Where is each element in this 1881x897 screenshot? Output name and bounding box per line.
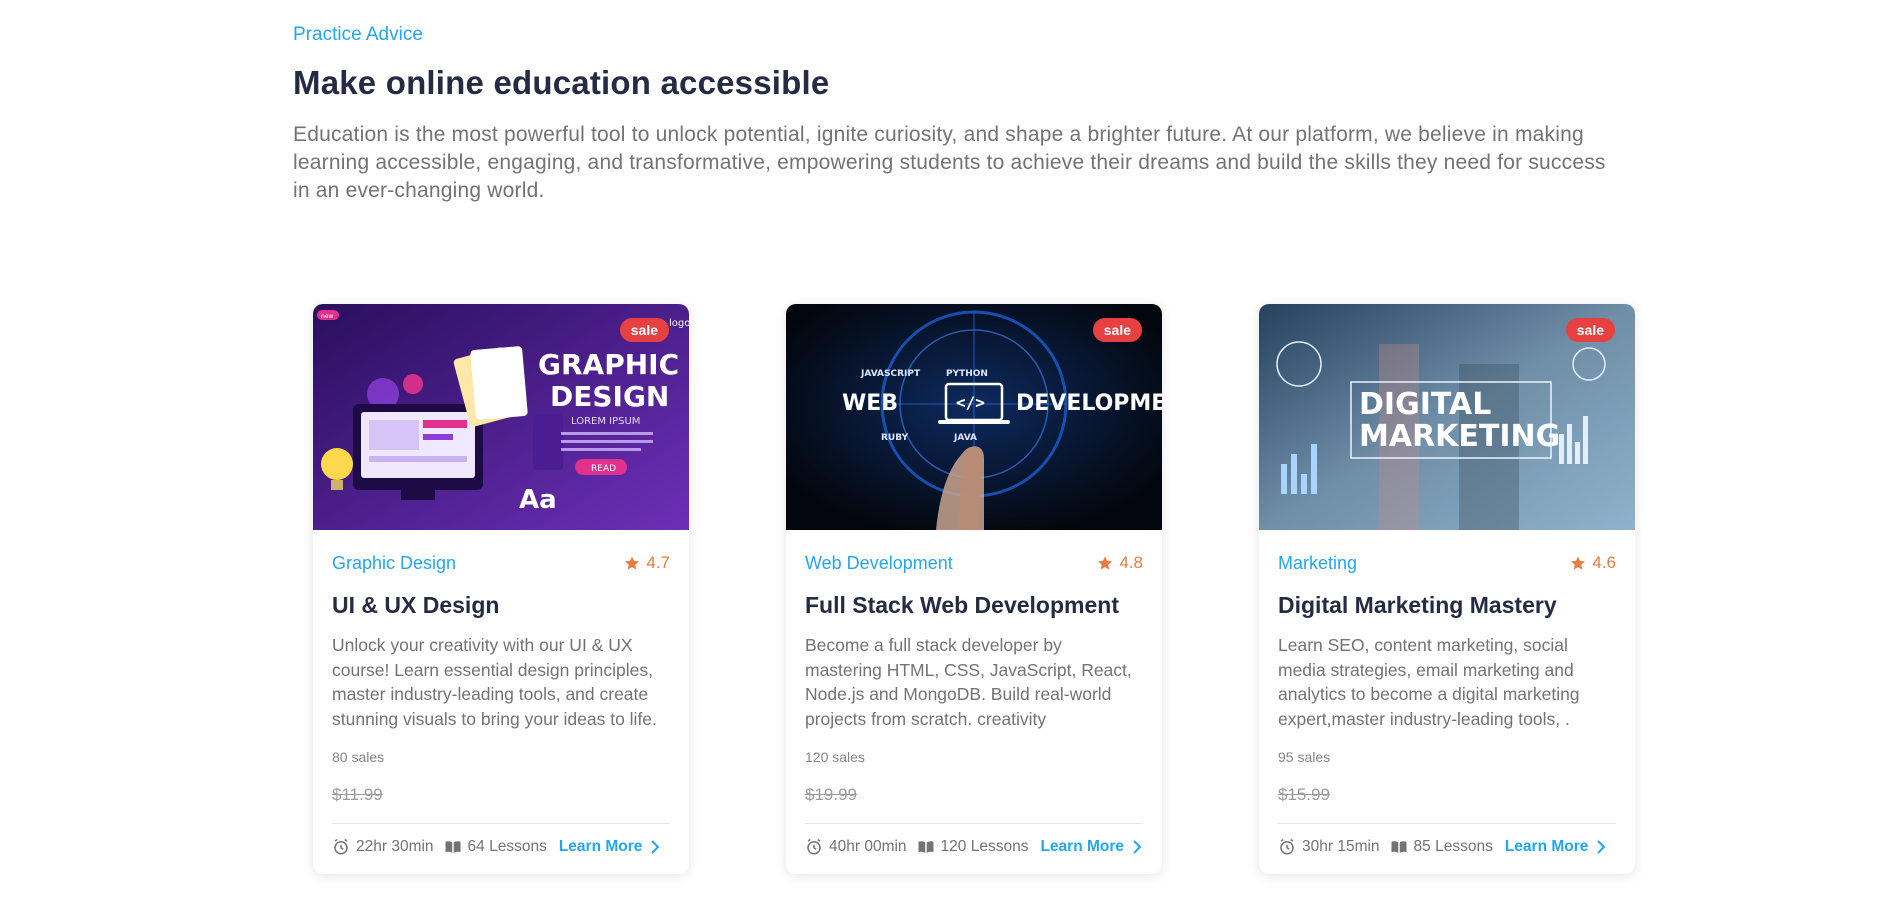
section-eyebrow: Practice Advice (293, 24, 423, 45)
section-intro: Education is the most powerful tool to u… (293, 123, 1606, 202)
sale-badge: sale (1565, 318, 1615, 342)
course-title[interactable]: Full Stack Web Development (805, 592, 1143, 619)
course-lessons: 120 Lessons (917, 838, 1029, 856)
sale-badge: sale (1092, 318, 1142, 342)
section-heading: Make online education accessible (293, 64, 830, 101)
duration-text: 40hr 00min (829, 838, 907, 855)
course-price: $15.99 (1278, 785, 1330, 804)
star-icon (625, 556, 640, 570)
course-card[interactable]: new logo Aa GRAPHIC DESIGN LOREM IPSUM R… (313, 304, 689, 874)
rating-value: 4.7 (646, 553, 670, 572)
svg-text:DIGITAL: DIGITAL (1359, 387, 1491, 422)
course-sales: 95 sales (1278, 749, 1331, 765)
course-category[interactable]: Marketing (1278, 553, 1357, 574)
svg-text:</>: </> (956, 393, 985, 412)
course-category[interactable]: Web Development (805, 553, 953, 574)
svg-text:RUBY: RUBY (881, 433, 909, 443)
svg-text:DESIGN: DESIGN (550, 380, 669, 413)
rating-value: 4.6 (1592, 553, 1616, 572)
star-icon (1098, 556, 1113, 570)
svg-text:new: new (321, 313, 333, 320)
card-divider (805, 823, 1143, 824)
svg-text:PYTHON: PYTHON (946, 369, 988, 379)
course-description: Unlock your creativity with our UI & UX … (332, 635, 657, 729)
open-book-icon (1390, 838, 1408, 856)
course-image: </> WEB DEVELOPMENT JAVASCRIPT PYTHON RU… (786, 304, 1162, 530)
course-category[interactable]: Graphic Design (332, 553, 456, 574)
lessons-text: 85 Lessons (1413, 838, 1493, 855)
card-divider (332, 823, 670, 824)
chevron-right-icon (651, 840, 660, 854)
duration-text: 30hr 15min (1302, 838, 1380, 855)
course-sales: 80 sales (332, 749, 385, 765)
learn-more-link[interactable]: Learn More (1505, 838, 1607, 856)
duration-text: 22hr 30min (356, 838, 434, 855)
course-description: Become a full stack developer by masteri… (805, 635, 1132, 729)
lessons-text: 64 Lessons (467, 838, 547, 855)
svg-text:JAVASCRIPT: JAVASCRIPT (860, 369, 921, 379)
open-book-icon (917, 838, 935, 856)
course-card[interactable]: DIGITAL MARKETING sale Marketing 4.6 Dig… (1259, 304, 1635, 874)
chevron-right-icon (1133, 840, 1142, 854)
learn-more-link[interactable]: Learn More (1040, 838, 1142, 856)
alarm-clock-icon (805, 838, 823, 856)
course-title[interactable]: UI & UX Design (332, 592, 670, 619)
svg-text:WEB: WEB (842, 391, 898, 416)
course-duration: 30hr 15min (1278, 838, 1380, 856)
course-price: $19.99 (805, 785, 857, 804)
course-lessons: 85 Lessons (1390, 838, 1493, 856)
course-duration: 40hr 00min (805, 838, 907, 856)
course-sales: 120 sales (805, 749, 865, 765)
learn-more-label: Learn More (558, 838, 643, 855)
learn-more-label: Learn More (1504, 838, 1589, 855)
course-rating: 4.7 (624, 553, 670, 573)
svg-text:GRAPHIC: GRAPHIC (538, 348, 679, 381)
course-card[interactable]: </> WEB DEVELOPMENT JAVASCRIPT PYTHON RU… (786, 304, 1162, 874)
svg-text:JAVA: JAVA (953, 433, 977, 443)
lessons-text: 120 Lessons (940, 838, 1029, 855)
svg-text:DEVELOPMENT: DEVELOPMENT (1016, 391, 1162, 416)
course-image: DIGITAL MARKETING sale (1259, 304, 1635, 530)
svg-text:READ: READ (591, 464, 616, 474)
course-lessons: 64 Lessons (444, 838, 547, 856)
sale-badge: sale (619, 318, 669, 342)
card-divider (1278, 823, 1616, 824)
open-book-icon (444, 838, 462, 856)
rating-value: 4.8 (1119, 553, 1143, 572)
svg-text:logo: logo (669, 318, 689, 329)
learn-more-link[interactable]: Learn More (559, 838, 661, 856)
alarm-clock-icon (332, 838, 350, 856)
alarm-clock-icon (1278, 838, 1296, 856)
chevron-right-icon (1597, 840, 1606, 854)
course-title[interactable]: Digital Marketing Mastery (1278, 592, 1616, 619)
course-price: $11.99 (332, 785, 383, 804)
svg-text:LOREM IPSUM: LOREM IPSUM (571, 416, 640, 427)
course-duration: 22hr 30min (332, 838, 434, 856)
svg-text:MARKETING: MARKETING (1359, 419, 1560, 454)
svg-text:Aa: Aa (519, 485, 557, 515)
course-rating: 4.6 (1570, 553, 1616, 573)
course-image: new logo Aa GRAPHIC DESIGN LOREM IPSUM R… (313, 304, 689, 530)
learn-more-label: Learn More (1040, 838, 1125, 855)
course-rating: 4.8 (1097, 553, 1143, 573)
course-description: Learn SEO, content marketing, social med… (1278, 635, 1580, 729)
star-icon (1571, 556, 1586, 570)
